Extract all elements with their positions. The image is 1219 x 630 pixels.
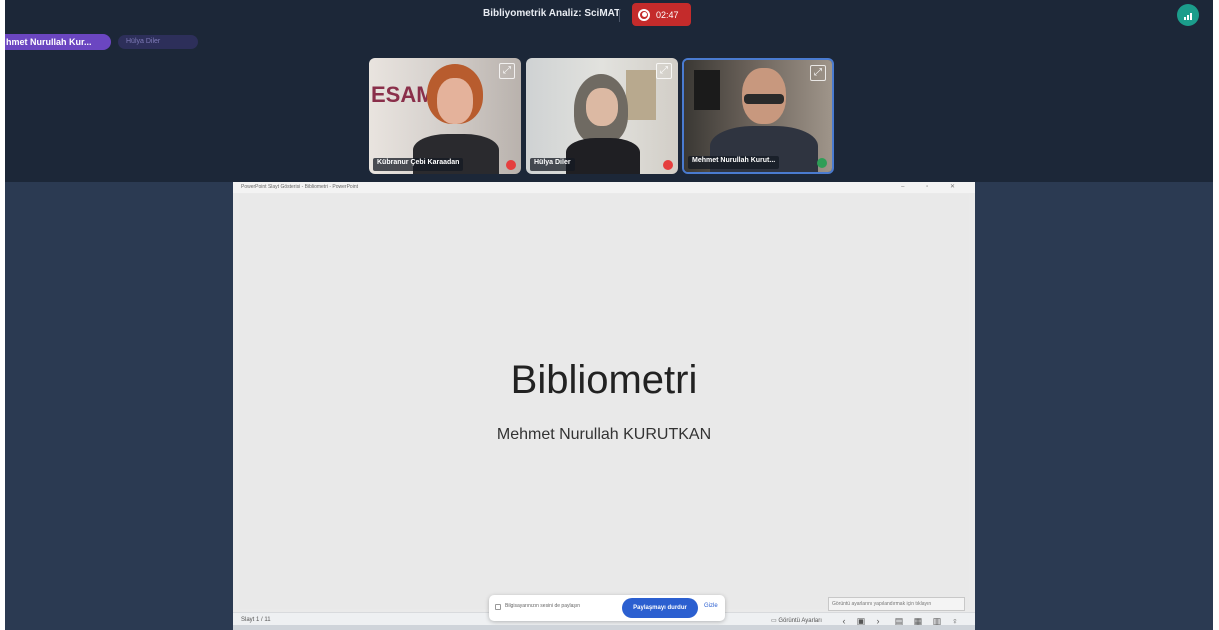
expand-icon[interactable]: ⤢ <box>810 65 826 81</box>
participant-tile[interactable]: ⤢ Hülya Diler <box>526 58 678 174</box>
glasses-icon <box>744 94 784 104</box>
slide-title: Bibliometri <box>510 358 698 402</box>
recording-time: 02:47 <box>656 9 679 20</box>
powerpoint-window[interactable]: PowerPoint Slayt Gösterisi - Bibliometri… <box>233 182 975 630</box>
participant-name: Mehmet Nurullah Kurut... <box>688 156 780 169</box>
background-shelf <box>626 70 656 120</box>
meeting-app: Bibliyometrik Analiz: SciMAT 02:47 hmet … <box>5 0 1213 630</box>
recording-indicator[interactable]: 02:47 <box>632 3 691 26</box>
esam-logo: ESAM <box>371 82 435 107</box>
mic-active-icon <box>817 158 827 168</box>
window-title: PowerPoint Slayt Gösterisi - Bibliometri… <box>233 182 975 193</box>
mic-muted-icon <box>663 160 673 170</box>
participant-tile-speaking[interactable]: ⤢ Mehmet Nurullah Kurut... <box>682 58 834 174</box>
slide-counter: Slayt 1 / 11 <box>241 617 271 623</box>
participant-body <box>566 138 640 174</box>
participant-name: Kübranur Çebi Karaadan <box>373 158 464 171</box>
expand-icon[interactable]: ⤢ <box>499 63 515 79</box>
mic-muted-icon <box>506 160 516 170</box>
share-audio-label: Bilgisayarınızın sesini de paylaşın <box>505 603 581 609</box>
slide-subtitle: Mehmet Nurullah KURUTKAN <box>496 426 712 443</box>
window-controls[interactable]: – ▫ ✕ <box>901 182 965 193</box>
taskbar-strip <box>233 625 975 630</box>
title-separator <box>619 9 620 22</box>
monitor-icon: ▭ <box>771 618 777 624</box>
record-icon <box>638 8 650 21</box>
slide[interactable]: Bibliometri Mehmet Nurullah KURUTKAN <box>239 194 969 609</box>
hide-link[interactable]: Gizle <box>704 603 718 609</box>
meeting-title: Bibliyometrik Analiz: SciMAT <box>483 8 621 19</box>
display-settings-tooltip: Görüntü ayarlarını yapılandırmak için tı… <box>828 597 965 611</box>
active-speaker-tag: hmet Nurullah Kur... <box>5 34 111 50</box>
share-audio-checkbox[interactable] <box>495 604 501 610</box>
participant-name: Hülya Diler <box>530 158 575 171</box>
background-board <box>694 70 720 110</box>
participant-face <box>437 78 473 124</box>
stop-sharing-button[interactable]: Paylaşmayı durdur <box>622 598 698 618</box>
top-bar: Bibliyometrik Analiz: SciMAT 02:47 <box>5 0 1213 32</box>
participant-face <box>586 88 618 126</box>
expand-icon[interactable]: ⤢ <box>656 63 672 79</box>
signal-bars-icon[interactable] <box>1177 4 1199 26</box>
shared-screen-area: PowerPoint Slayt Gösterisi - Bibliometri… <box>5 182 1213 630</box>
participant-tile[interactable]: ESAM ⤢ Kübranur Çebi Karaadan <box>369 58 521 174</box>
screen-share-bar: Bilgisayarınızın sesini de paylaşın Payl… <box>489 595 725 621</box>
secondary-speaker-tag: Hülya Diler <box>118 35 198 49</box>
